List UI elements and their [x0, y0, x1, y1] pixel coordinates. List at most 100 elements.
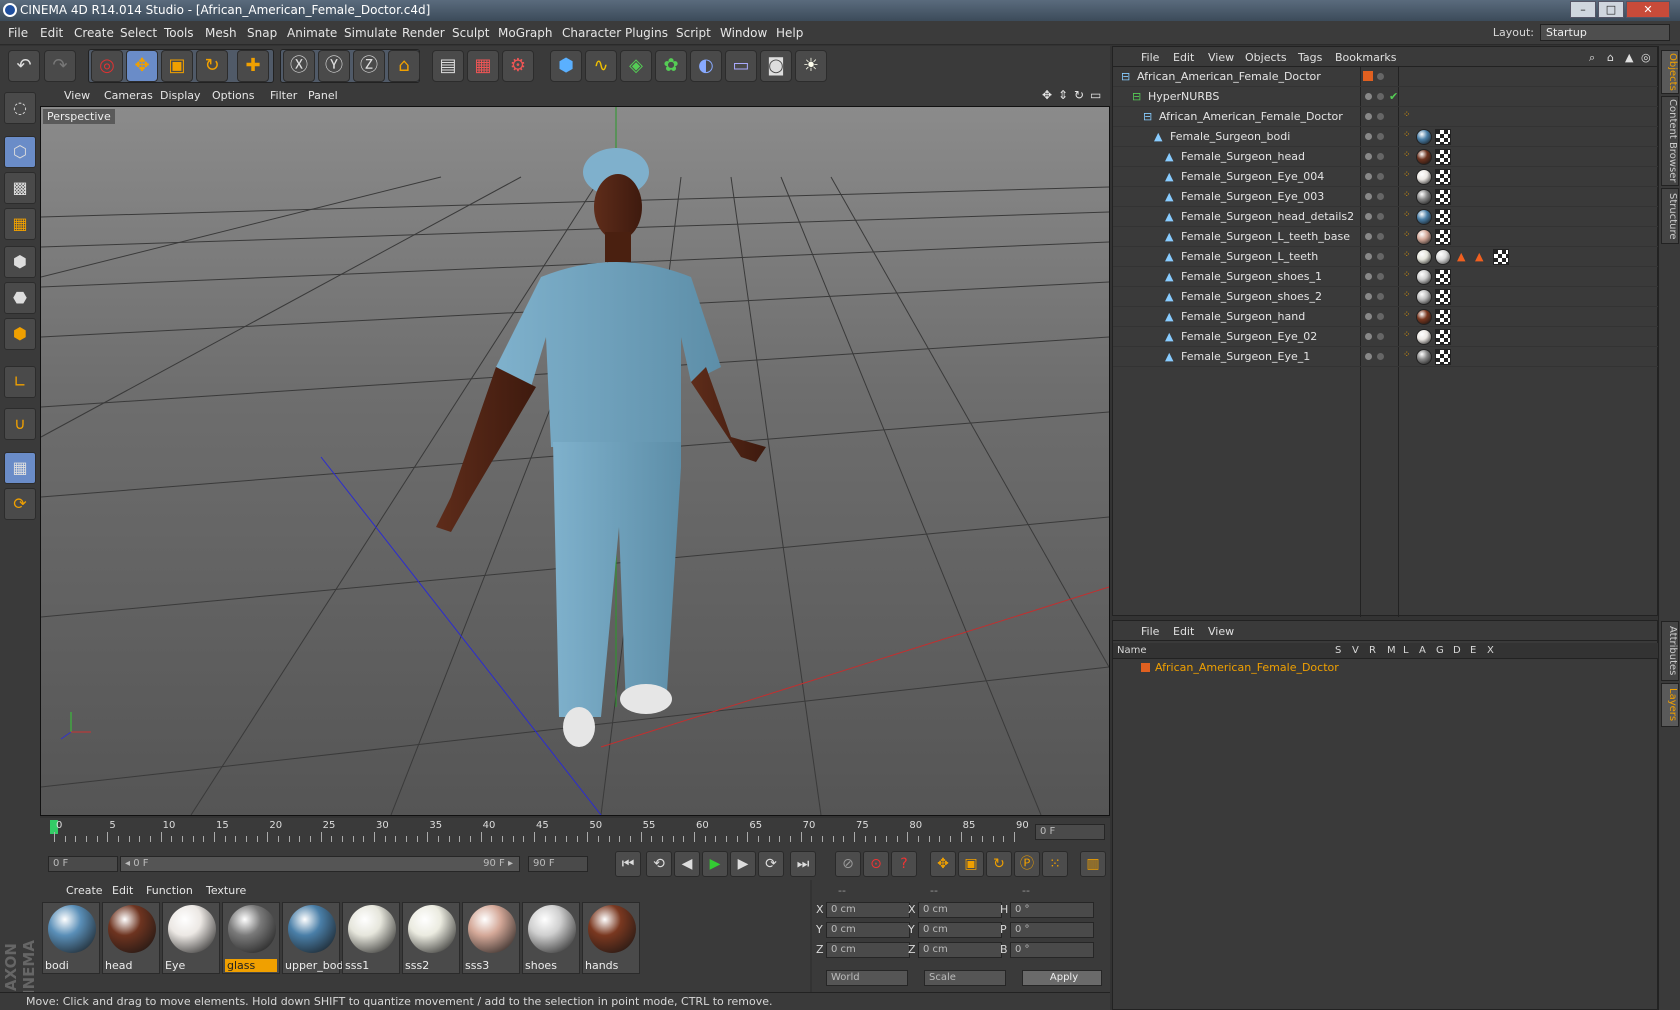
polygon-object-icon[interactable]: ▲	[1165, 150, 1173, 163]
render-visibility-dot[interactable]	[1377, 273, 1384, 280]
material-tag-icon[interactable]	[1416, 149, 1432, 165]
phong-tag-icon[interactable]: ⁘	[1403, 270, 1411, 280]
layer-column-name[interactable]: Name	[1117, 645, 1147, 656]
go-to-end-icon[interactable]: ⏭	[790, 851, 816, 877]
objects-home-icon[interactable]: ⌂	[1607, 51, 1614, 64]
uvw-tag-icon[interactable]	[1435, 309, 1451, 325]
viewport-menu-view[interactable]: View	[64, 89, 90, 102]
editor-visibility-dot[interactable]	[1365, 113, 1372, 120]
layer-color-swatch[interactable]	[1141, 663, 1150, 672]
editor-visibility-dot[interactable]	[1365, 253, 1372, 260]
add-tool-icon[interactable]: ✚	[237, 50, 269, 82]
tab-objects[interactable]: Objects	[1661, 50, 1679, 94]
render-visibility-dot[interactable]	[1377, 173, 1384, 180]
material-tag-icon[interactable]	[1416, 249, 1432, 265]
uvw-tag-icon[interactable]	[1435, 289, 1451, 305]
editor-visibility-dot[interactable]	[1365, 153, 1372, 160]
object-tree-row[interactable]: ▲ Female_Surgeon_Eye_1 ⁘	[1113, 347, 1658, 367]
move-tool-icon[interactable]: ✥	[126, 50, 158, 82]
layer-column-m[interactable]: M	[1387, 645, 1396, 656]
uvw-tag-icon[interactable]	[1493, 249, 1509, 265]
viewport-menu-filter[interactable]: Filter	[270, 89, 297, 102]
phong-tag-icon[interactable]: ⁘	[1403, 210, 1411, 220]
layer-row[interactable]: African_American_Female_Doctor	[1113, 659, 1658, 677]
layer-column-s[interactable]: S	[1335, 645, 1341, 656]
phong-tag-icon[interactable]: ⁘	[1403, 230, 1411, 240]
object-tree-row[interactable]: ⊟ African_American_Female_Doctor	[1113, 67, 1658, 87]
material-tag-icon[interactable]	[1416, 229, 1432, 245]
record-icon[interactable]: ⊘	[835, 851, 861, 877]
viewport-menu-cameras[interactable]: Cameras	[104, 89, 153, 102]
objects-up-icon[interactable]: ▲	[1625, 51, 1633, 64]
layer-column-r[interactable]: R	[1369, 645, 1376, 656]
render-visibility-dot[interactable]	[1377, 253, 1384, 260]
objects-search-icon[interactable]: ⌕	[1589, 51, 1595, 65]
material-tag-icon[interactable]	[1416, 329, 1432, 345]
frame-range-slider[interactable]: ◂ 0 F 90 F ▸	[120, 856, 520, 872]
uvw-tag-icon[interactable]	[1435, 349, 1451, 365]
make-editable-icon[interactable]: ◌	[4, 92, 36, 124]
render-visibility-dot[interactable]	[1377, 113, 1384, 120]
phong-tag-icon[interactable]: ⁘	[1403, 150, 1411, 160]
autokey-icon[interactable]: ⊙	[863, 851, 889, 877]
go-to-start-icon[interactable]: ⏮	[615, 851, 641, 877]
menu-tools[interactable]: Tools	[164, 26, 194, 40]
phong-tag-icon[interactable]: ⁘	[1403, 350, 1411, 360]
snap-grid-icon[interactable]: ▦	[4, 452, 36, 484]
editor-visibility-dot[interactable]	[1365, 213, 1372, 220]
previous-key-icon[interactable]: ⟲	[646, 851, 672, 877]
editor-visibility-dot[interactable]	[1365, 233, 1372, 240]
render-visibility-dot[interactable]	[1377, 293, 1384, 300]
object-tree-row[interactable]: ▲ Female_Surgeon_bodi ⁘	[1113, 127, 1658, 147]
editor-visibility-dot[interactable]	[1365, 193, 1372, 200]
object-tree-row[interactable]: ▲ Female_Surgeon_Eye_003 ⁘	[1113, 187, 1658, 207]
live-selection-icon[interactable]: ◎	[91, 50, 123, 82]
menu-select[interactable]: Select	[120, 26, 157, 40]
selection-tag-icon[interactable]: ▲	[1475, 250, 1483, 263]
render-settings-icon[interactable]: ⚙	[502, 50, 534, 82]
keyframe-selection-icon[interactable]: ?	[891, 851, 917, 877]
viewport-toggle-icon[interactable]: ▭	[1090, 88, 1101, 102]
spline-icon[interactable]: ∿	[585, 50, 617, 82]
undo-icon[interactable]: ↶	[8, 50, 40, 82]
camera-icon[interactable]: ◙	[760, 50, 792, 82]
menu-sculpt[interactable]: Sculpt	[452, 26, 489, 40]
material-tag-icon[interactable]	[1416, 169, 1432, 185]
objects-filter-icon[interactable]: ◎	[1641, 51, 1651, 64]
axis-mode-icon[interactable]: ∟	[4, 366, 36, 398]
phong-tag-icon[interactable]: ⁘	[1403, 290, 1411, 300]
render-visibility-dot[interactable]	[1377, 213, 1384, 220]
nurbs-icon[interactable]: ◈	[620, 50, 652, 82]
material-swatch-sss2[interactable]: sss2	[402, 902, 460, 974]
uvw-tag-icon[interactable]	[1435, 209, 1451, 225]
material-swatch-upper_bod[interactable]: upper_bod	[282, 902, 343, 974]
tab-content-browser[interactable]: Content Browser	[1661, 96, 1679, 186]
material-tag-icon[interactable]	[1416, 189, 1432, 205]
polygon-object-icon[interactable]: ▲	[1165, 210, 1173, 223]
material-menu-function[interactable]: Function	[146, 884, 193, 897]
render-picture-viewer-icon[interactable]: ▦	[467, 50, 499, 82]
menu-script[interactable]: Script	[676, 26, 711, 40]
objects-menu-file[interactable]: File	[1141, 51, 1159, 64]
polygon-object-icon[interactable]: ▲	[1165, 330, 1173, 343]
material-swatch-hands[interactable]: hands	[582, 902, 640, 974]
light-icon[interactable]: ☀	[795, 50, 827, 82]
key-scale-icon[interactable]: ▣	[958, 851, 984, 877]
polygon-object-icon[interactable]: ▲	[1165, 350, 1173, 363]
material-tag-icon[interactable]	[1416, 289, 1432, 305]
play-icon[interactable]: ▶	[702, 851, 728, 877]
editor-visibility-dot[interactable]	[1365, 93, 1372, 100]
coord-value-field[interactable]: 0 cm	[918, 942, 1002, 958]
render-visibility-dot[interactable]	[1377, 73, 1384, 80]
material-swatch-glass[interactable]: glass	[222, 902, 280, 974]
editor-visibility-dot[interactable]	[1365, 353, 1372, 360]
object-tree-row[interactable]: ▲ Female_Surgeon_shoes_1 ⁘	[1113, 267, 1658, 287]
model-mode-icon[interactable]: ⬡	[4, 136, 36, 168]
menu-render[interactable]: Render	[402, 26, 445, 40]
material-swatch-sss1[interactable]: sss1	[342, 902, 400, 974]
menu-simulate[interactable]: Simulate	[344, 26, 397, 40]
scale-tool-icon[interactable]: ▣	[161, 50, 193, 82]
key-parameter-icon[interactable]: Ⓟ	[1014, 851, 1040, 877]
material-menu-texture[interactable]: Texture	[206, 884, 246, 897]
redo-icon[interactable]: ↷	[44, 50, 76, 82]
